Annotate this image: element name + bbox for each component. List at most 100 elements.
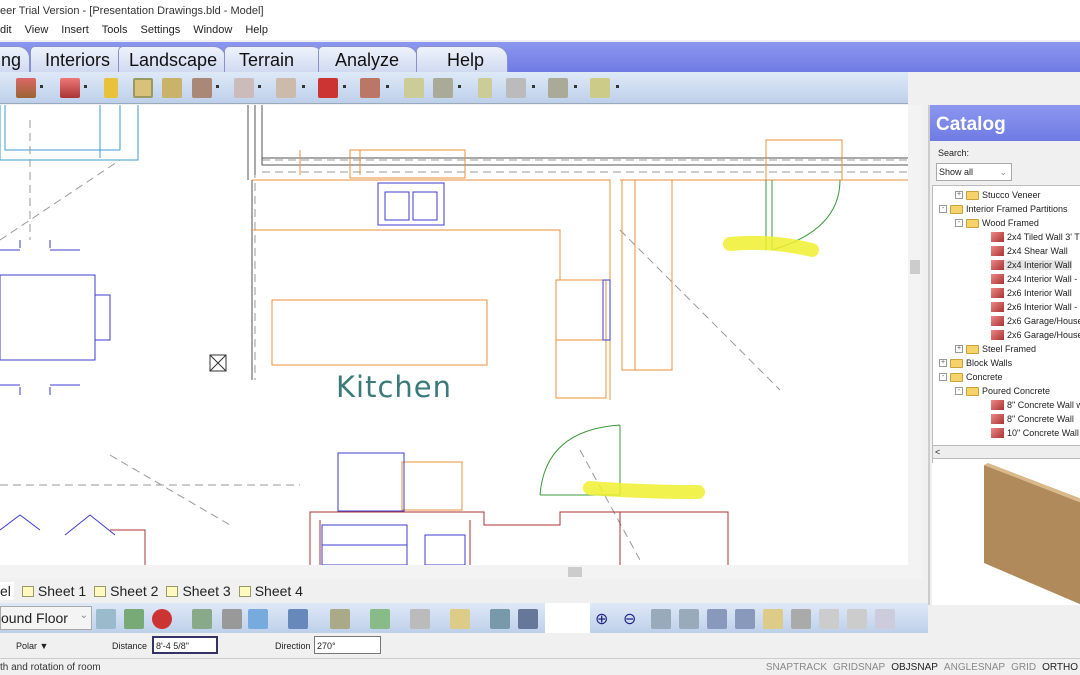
menu-tools[interactable]: Tools [102,24,128,40]
material-icon[interactable] [360,78,380,98]
expand-icon[interactable]: + [939,359,947,367]
undo-view-icon[interactable] [847,609,867,629]
fill-window-icon[interactable] [651,609,671,629]
tab-sheet-2[interactable]: Sheet 2 [94,582,158,600]
pan-hand-icon[interactable] [763,609,783,629]
catalog-filter-select[interactable]: Show all ⌄ [936,163,1012,181]
render-icon[interactable] [490,609,510,629]
roof-icon[interactable] [16,78,36,98]
tab-model[interactable]: el [0,582,14,600]
mouse-icon[interactable] [875,609,895,629]
home-icon[interactable] [248,609,268,629]
dimension-icon[interactable] [234,78,254,98]
funnel-icon[interactable] [330,609,350,629]
terrain-icon[interactable] [548,78,568,98]
text-icon[interactable] [276,78,296,98]
tab-interiors[interactable]: Interiors [30,46,130,73]
distance-field[interactable]: 8'-4 5/8" [152,636,218,654]
polar-mode[interactable]: Polar ▼ [16,641,48,651]
tab-sheet-1[interactable]: Sheet 1 [21,582,86,600]
floor-select[interactable]: ound Floor ⌄ [0,606,92,630]
walk-icon[interactable] [791,609,811,629]
grid-toggle[interactable]: GRID [1011,662,1036,673]
catalog-tree-item[interactable]: 8" Concrete Wall [991,414,1074,424]
view-3d-icon[interactable] [152,609,172,629]
catalog-tree-item[interactable]: 2x4 Tiled Wall 3' T [991,232,1080,242]
zoom-in-icon[interactable]: ⊕ [595,609,615,629]
catalog-tree-item[interactable]: - Wood Framed [955,218,1039,228]
catalog-tree-item[interactable]: - Poured Concrete [955,386,1050,396]
snaptrack-toggle[interactable]: SNAPTRACK [766,662,827,673]
layer-icon[interactable] [192,609,212,629]
menu-edit[interactable]: dit [0,24,12,40]
catalog-tree-item[interactable]: 2x4 Shear Wall [991,246,1068,256]
catalog-tree-item[interactable]: - Concrete [939,372,1003,382]
catalog-tree-item[interactable]: 2x6 Garage/House [991,330,1080,340]
wall-preview-image [984,463,1080,605]
tab-terrain[interactable]: Terrain [224,46,324,73]
catalog-tree-item[interactable]: 2x4 Interior Wall [991,260,1072,270]
tab-help[interactable]: Help [416,46,508,73]
catalog-tree-item[interactable]: + Stucco Veneer [955,190,1041,200]
expand-icon[interactable]: + [955,345,963,353]
catalog-tree-item[interactable]: 2x6 Interior Wall [991,288,1072,298]
catalog-tree-item[interactable]: 2x4 Interior Wall - [991,274,1077,284]
railing-icon[interactable] [433,78,453,98]
orbit-icon[interactable] [819,609,839,629]
catalog-tree-item[interactable]: + Block Walls [939,358,1012,368]
anglesnap-toggle[interactable]: ANGLESNAP [944,662,1005,673]
box-icon[interactable] [450,609,470,629]
catalog-tree-item[interactable]: 2x6 Garage/House [991,316,1080,326]
stair-icon[interactable] [404,78,424,98]
direction-field[interactable]: 270° [314,636,381,654]
door-icon[interactable] [104,78,118,98]
horizontal-scrollbar[interactable] [0,565,922,579]
collapse-icon[interactable]: - [955,219,963,227]
cabinet-icon[interactable] [162,78,182,98]
tree-horizontal-scrollbar[interactable]: < [932,445,1080,459]
menu-settings[interactable]: Settings [140,24,180,40]
objsnap-toggle[interactable]: OBJSNAP [891,662,938,673]
window-icon[interactable] [133,78,153,98]
menu-insert[interactable]: Insert [61,24,89,40]
house-icon[interactable] [222,609,242,629]
stairs-icon[interactable] [192,78,212,98]
collapse-icon[interactable]: - [955,387,963,395]
menu-help[interactable]: Help [245,24,268,40]
collapse-icon[interactable]: - [939,373,947,381]
tab-landscape[interactable]: Landscape [118,46,226,73]
menu-view[interactable]: View [25,24,49,40]
expand-icon[interactable]: + [955,191,963,199]
catalog-tree-item[interactable]: + Steel Framed [955,344,1036,354]
framing-icon[interactable] [506,78,526,98]
vertical-scrollbar[interactable] [908,105,922,565]
collapse-icon[interactable]: - [939,205,947,213]
library-icon[interactable] [590,78,610,98]
tab-sheet-4[interactable]: Sheet 4 [238,582,303,600]
wall-icon[interactable] [60,78,80,98]
camera-icon[interactable] [370,609,390,629]
zoom-window-icon[interactable] [679,609,699,629]
tab-building[interactable]: ng [0,46,30,73]
wall-view-icon[interactable] [410,609,430,629]
ortho-toggle[interactable]: ORTHO [1042,662,1078,673]
zoom-out-icon[interactable]: ⊖ [623,609,643,629]
fit-icon[interactable] [735,609,755,629]
roof-view-icon[interactable] [288,609,308,629]
tab-sheet-3[interactable]: Sheet 3 [166,582,231,600]
column-icon[interactable] [478,78,492,98]
camera-icon[interactable] [318,78,338,98]
plot-icon[interactable] [518,609,538,629]
tab-analyze[interactable]: Analyze [318,46,418,73]
plan-2d-icon[interactable] [96,609,116,629]
elevation-2d-icon[interactable] [124,609,144,629]
zoom-previous-icon[interactable] [707,609,727,629]
catalog-tree-item[interactable]: 2x6 Interior Wall - [991,302,1077,312]
catalog-item-label: Interior Framed Partitions [966,204,1068,214]
catalog-tree-item[interactable]: 8" Concrete Wall w [991,400,1080,410]
drawing-canvas[interactable]: Kitchen [0,105,908,565]
catalog-tree-item[interactable]: - Interior Framed Partitions [939,204,1068,214]
gridsnap-toggle[interactable]: GRIDSNAP [833,662,885,673]
catalog-tree-item[interactable]: 10" Concrete Wall [991,428,1079,438]
menu-window[interactable]: Window [193,24,232,40]
